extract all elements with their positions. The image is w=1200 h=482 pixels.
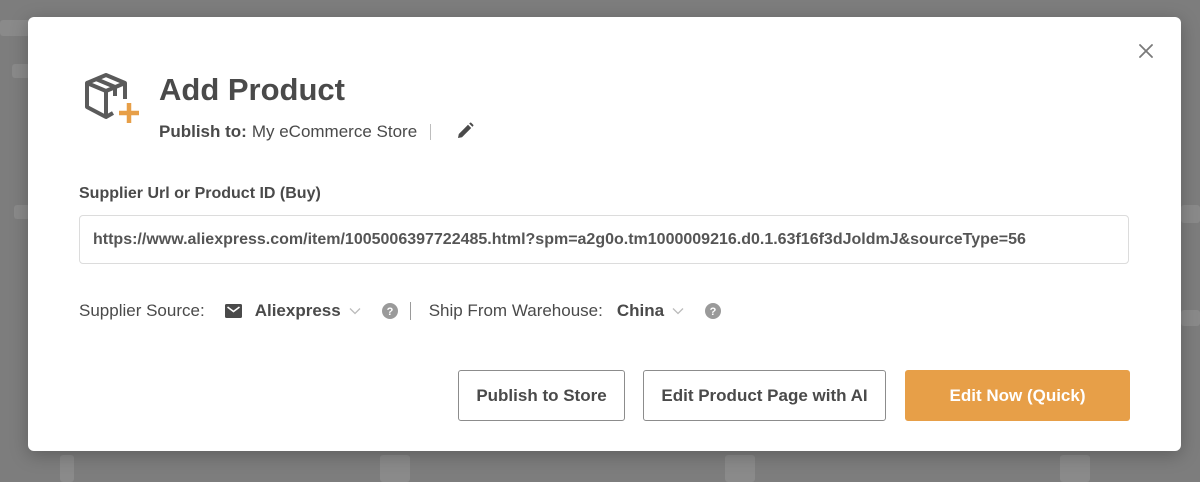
question-circle-icon[interactable]: ? (381, 303, 398, 319)
supplier-url-input[interactable] (79, 215, 1129, 264)
edit-now-button[interactable]: Edit Now (Quick) (905, 370, 1130, 421)
mail-icon (224, 304, 242, 318)
chevron-down-icon[interactable] (349, 307, 361, 315)
ship-from-label: Ship From Warehouse: (428, 301, 603, 320)
pencil-icon (458, 122, 474, 138)
supplier-source-select[interactable]: Aliexpress (255, 301, 341, 321)
store-name: My eCommerce Store (251, 122, 418, 141)
svg-text:?: ? (710, 306, 717, 318)
close-icon (1139, 44, 1153, 58)
url-field-label: Supplier Url or Product ID (Buy) (79, 185, 321, 202)
publish-target: Publish to: My eCommerce Store (159, 121, 432, 143)
svg-text:?: ? (386, 306, 393, 318)
edit-store-button[interactable] (455, 121, 475, 141)
background-content (380, 455, 410, 482)
chevron-down-icon[interactable] (672, 307, 684, 315)
modal-title: Add Product (159, 72, 345, 107)
publish-label: Publish to: (159, 122, 247, 141)
publish-to-store-button[interactable]: Publish to Store (458, 370, 625, 421)
divider (430, 124, 432, 140)
ship-from-select[interactable]: China (617, 301, 664, 321)
question-circle-icon[interactable]: ? (705, 303, 722, 319)
edit-with-ai-button[interactable]: Edit Product Page with AI (643, 370, 886, 421)
source-options-row: Supplier Source: Aliexpress ? Ship From … (79, 299, 722, 323)
background-content (60, 455, 74, 482)
close-button[interactable] (1136, 41, 1156, 61)
package-add-icon (82, 72, 140, 126)
background-content (725, 455, 755, 482)
background-content (1181, 205, 1200, 223)
divider (409, 302, 411, 320)
background-content (0, 20, 30, 36)
background-content (1060, 455, 1090, 482)
add-product-modal: Add Product Publish to: My eCommerce Sto… (28, 17, 1181, 451)
supplier-source-label: Supplier Source: (79, 301, 205, 320)
background-content (1181, 310, 1200, 326)
